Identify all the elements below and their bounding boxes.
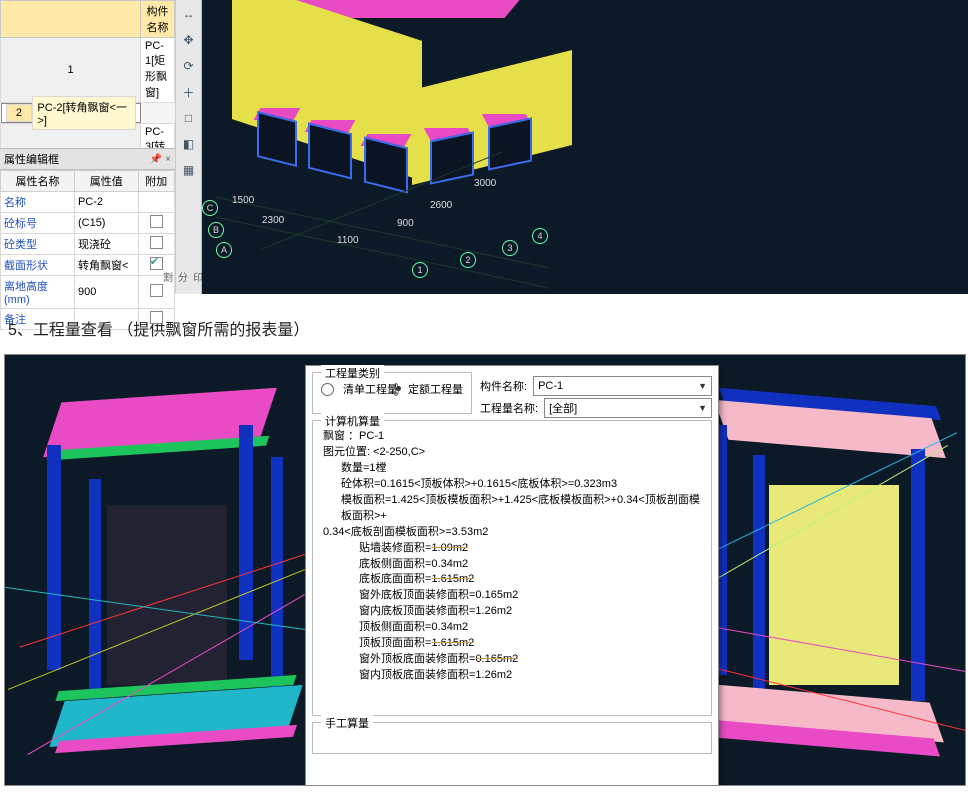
checkbox[interactable] — [150, 236, 163, 249]
result-line: 0.34<底板剖面模板面积>=3.53m2 — [323, 525, 701, 541]
dim-label: 3000 — [474, 178, 496, 189]
axis-bubble: 2 — [460, 252, 476, 268]
result-line: 底板底面面积=1.615m2 — [359, 572, 701, 588]
result-line: 贴墙装修面积=1.09m2 — [359, 541, 701, 557]
bottom-screenshot: 工程量类别 清单工程量 定额工程量 构件名称: PC-1▼ — [4, 354, 966, 786]
group-manual-label: 手工算量 — [321, 715, 373, 731]
property-row[interactable]: 截面形状转角飘窗< — [1, 255, 175, 276]
dim-label: 1100 — [337, 235, 359, 246]
3d-viewport[interactable]: 1500 2300 1100 900 2600 3000 A B C 1 2 3… — [202, 0, 968, 294]
prop-col-name: 属性名称 — [1, 171, 75, 192]
result-line: 窗内顶板底面装修面积=1.26m2 — [359, 668, 701, 681]
bay-window-right — [715, 375, 955, 765]
radio-list-quantity[interactable] — [321, 383, 334, 396]
property-row[interactable]: 名称PC-2 — [1, 192, 175, 213]
axis-bubble: B — [208, 222, 224, 238]
result-line: 数量=1樘 — [341, 461, 701, 477]
dim-label: 2600 — [430, 200, 452, 211]
dim-label: 1500 — [232, 195, 254, 206]
result-line: 砼体积=0.1615<顶板体积>+0.1615<底板体积>=0.323m3 — [341, 477, 701, 493]
property-row[interactable]: 离地高度 (mm)900 — [1, 276, 175, 309]
tool-icon[interactable]: ⟳ — [181, 58, 197, 74]
label-quantity: 工程量名称: — [480, 400, 538, 416]
dim-label: 2300 — [262, 215, 284, 226]
component-list-header: 构件名称 — [141, 1, 175, 38]
select-component[interactable]: PC-1▼ — [533, 376, 712, 396]
radio-list-label: 清单工程量 — [343, 381, 398, 397]
property-panel-header: 属性编辑框 📌 × — [0, 148, 175, 170]
result-line: 飘窗 ：PC-1 — [323, 429, 701, 445]
property-table[interactable]: 属性名称 属性值 附加 名称PC-2砼标号(C15)砼类型现浇砼截面形状转角飘窗… — [0, 170, 175, 330]
property-row[interactable]: 砼标号(C15) — [1, 213, 175, 234]
radio-quota-label: 定额工程量 — [408, 381, 463, 397]
group-label: 工程量类别 — [321, 365, 384, 381]
checkbox[interactable] — [150, 311, 163, 324]
quantity-dialog: 工程量类别 清单工程量 定额工程量 构件名称: PC-1▼ — [305, 365, 719, 786]
chevron-down-icon: ▼ — [698, 403, 707, 413]
result-line: 窗内底板顶面装修面积=1.26m2 — [359, 604, 701, 620]
tool-icon[interactable]: ＋ — [181, 84, 197, 100]
group-calc-label: 计算机算量 — [321, 413, 384, 429]
select-quantity[interactable]: [全部]▼ — [544, 398, 712, 418]
prop-col-val: 属性值 — [74, 171, 138, 192]
radio-quota-quantity[interactable] — [393, 383, 399, 396]
axis-bubble: A — [216, 242, 232, 258]
tool-icon[interactable]: □ — [181, 110, 197, 126]
property-row[interactable]: 砼类型现浇砼 — [1, 234, 175, 255]
component-list-table[interactable]: 构件名称 1PC-1[矩形飘窗]2PC-2[转角飘窗<一>]3PC-3[转角飘窗… — [0, 0, 175, 148]
top-screenshot: 构件名称 1PC-1[矩形飘窗]2PC-2[转角飘窗<一>]3PC-3[转角飘窗… — [0, 0, 968, 294]
checkbox[interactable] — [150, 257, 163, 270]
dim-label: 900 — [397, 218, 414, 229]
axis-bubble: 4 — [532, 228, 548, 244]
chevron-down-icon: ▼ — [698, 381, 707, 391]
left-panel: 构件名称 1PC-1[矩形飘窗]2PC-2[转角飘窗<一>]3PC-3[转角飘窗… — [0, 0, 176, 294]
axis-bubble: C — [202, 200, 218, 216]
result-line: 模板面积=1.425<顶板模板面积>+1.425<底板模板面积>+0.34<顶板… — [341, 493, 701, 525]
tool-label[interactable]: 打印 分割 — [181, 272, 197, 294]
viewport-toolstrip: ↔ ✥ ⟳ ＋ □ ◧ ▦ 打印 分割 — [176, 0, 202, 294]
pin-icon[interactable]: 📌 × — [150, 154, 171, 165]
axis-bubble: 1 — [412, 262, 428, 278]
result-line: 底板侧面面积=0.34m2 — [359, 557, 701, 573]
checkbox[interactable] — [150, 215, 163, 228]
component-row[interactable]: 2PC-2[转角飘窗<一>] — [1, 103, 141, 123]
property-panel-title: 属性编辑框 — [4, 151, 59, 167]
axis-bubble: 3 — [502, 240, 518, 256]
tool-icon[interactable]: ↔ — [181, 6, 197, 22]
tool-icon[interactable]: ◧ — [181, 136, 197, 152]
tool-icon[interactable]: ✥ — [181, 32, 197, 48]
result-line: 顶板侧面面积=0.34m2 — [359, 620, 701, 636]
checkbox[interactable] — [150, 284, 163, 297]
bay-window-left — [25, 375, 295, 755]
result-line: 窗外顶板底面装修面积=0.165m2 — [359, 652, 701, 668]
result-line: 图元位置: <2-250,C> — [323, 445, 701, 461]
tool-icon[interactable]: ▦ — [181, 162, 197, 178]
result-line: 窗外底板顶面装修面积=0.165m2 — [359, 588, 701, 604]
calc-results: 飘窗 ：PC-1图元位置: <2-250,C>数量=1樘砼体积=0.1615<顶… — [321, 427, 703, 681]
label-component: 构件名称: — [480, 378, 527, 394]
prop-col-add: 附加 — [138, 171, 174, 192]
result-line: 顶板顶面面积=1.615m2 — [359, 636, 701, 652]
component-row[interactable]: 1PC-1[矩形飘窗] — [1, 38, 175, 103]
